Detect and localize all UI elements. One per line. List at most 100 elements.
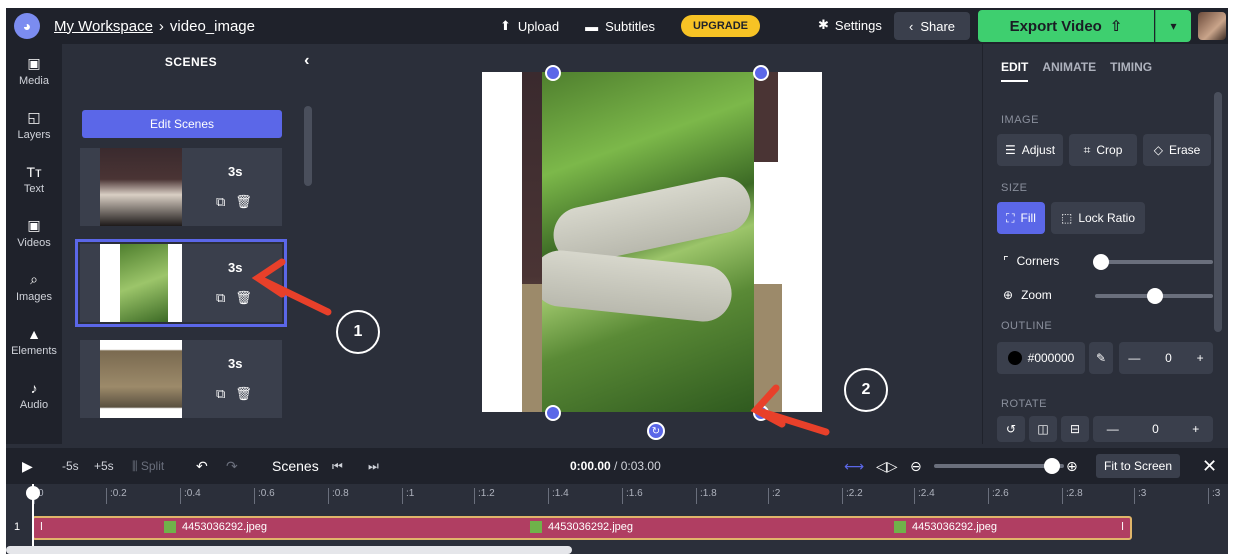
zoom-slider-knob[interactable] [1147, 288, 1163, 304]
clip-trim-handle-right[interactable]: ǀ [1121, 521, 1124, 533]
app-window: ◕ My Workspace › video_image ⬆ Upload ▬ … [6, 8, 1228, 554]
corners-label: Corners [1016, 254, 1060, 268]
split-icon: ⫼ [132, 458, 138, 473]
lock-ratio-icon: ⬚ [1060, 211, 1073, 225]
timeline-track: 1 ǀ 4453036292.jpeg 4453036292.jpeg 4453… [6, 508, 1228, 548]
ruler-tick: :3 [1134, 488, 1146, 504]
ruler-tick: :2.6 [988, 488, 1009, 504]
zoom-icon: ⊕ [1003, 288, 1014, 302]
eyedropper-icon: ✎ [1095, 351, 1107, 365]
rotate-stepper[interactable]: — 0 + [1093, 416, 1213, 442]
properties-tabs: EDIT ANIMATE TIMING [983, 44, 1228, 82]
rotate-reset-button[interactable]: ↺ [997, 416, 1025, 442]
timeline-clip[interactable]: ǀ 4453036292.jpeg 4453036292.jpeg 445303… [32, 516, 1132, 540]
ruler-tick: :2.4 [914, 488, 935, 504]
clip-filename: 4453036292.jpeg [912, 521, 998, 533]
ruler-tick: :0.4 [180, 488, 201, 504]
image-thumb-icon [894, 521, 906, 533]
redo-icon: ↷ [226, 457, 238, 474]
clip-label: 4453036292.jpeg [894, 521, 997, 533]
corners-slider-knob[interactable] [1093, 254, 1109, 270]
outline-color-label: #000000 [1027, 351, 1075, 365]
split-view-button[interactable]: ◁▷ [876, 448, 898, 484]
clip-filename: 4453036292.jpeg [182, 521, 268, 533]
undo-button[interactable]: ↶ [196, 448, 208, 484]
corner-icon: ⌜ [1003, 254, 1009, 268]
erase-label: Erase [1168, 143, 1201, 157]
zoom-in-button[interactable]: ⊕ [1066, 448, 1078, 484]
expand-icon: ⛶ [1006, 210, 1015, 225]
ruler-tick: :2 [768, 488, 780, 504]
ruler-tick: :0.2 [106, 488, 127, 504]
minus-icon[interactable]: — [1128, 351, 1140, 365]
previous-scene-button[interactable]: ⏮ [332, 448, 343, 484]
zoom-out-button[interactable]: ⊖ [910, 448, 922, 484]
outline-width-stepper[interactable]: — 0 + [1119, 342, 1213, 374]
scenes-nav-label: Scenes [272, 458, 319, 474]
split-button[interactable]: ⫼ Split [132, 448, 164, 484]
plus-icon[interactable]: + [1192, 422, 1199, 436]
ruler-tick: :0.8 [328, 488, 349, 504]
minus-icon[interactable]: — [1107, 422, 1119, 436]
lock-ratio-label: Lock Ratio [1078, 211, 1136, 225]
image-thumb-icon [530, 521, 542, 533]
adjust-button[interactable]: ☰ Adjust [997, 134, 1063, 166]
fill-label: Fill [1020, 211, 1036, 225]
fit-to-screen-button[interactable]: Fit to Screen [1096, 448, 1181, 484]
flip-horizontal-icon: ◫ [1037, 422, 1049, 436]
timeline-controls: ▶ -5s +5s ⫼ Split ↶ ↷ Scenes ⏮ ⏭ 0:00.00… [6, 448, 1228, 484]
annotation-arrow-2 [750, 384, 830, 436]
zoom-label: Zoom [1021, 288, 1052, 302]
corners-slider-track[interactable] [1095, 260, 1213, 264]
ruler-tick: :0.6 [254, 488, 275, 504]
ruler-tick: :1.8 [696, 488, 717, 504]
eyedropper-button[interactable]: ✎ [1089, 342, 1113, 374]
forward-5s-button[interactable]: +5s [94, 448, 114, 484]
rotate-value: 0 [1152, 422, 1159, 436]
track-number: 1 [14, 521, 21, 533]
properties-panel: EDIT ANIMATE TIMING IMAGE ☰ Adjust ⌗ Crop … [982, 44, 1228, 444]
fit-to-screen-label: Fit to Screen [1096, 454, 1181, 478]
crop-button[interactable]: ⌗ Crop [1069, 134, 1137, 166]
play-button[interactable]: ▶ [22, 448, 33, 484]
total-time: / 0:03.00 [614, 459, 661, 473]
skip-forward-icon: ⏭ [368, 458, 379, 473]
ruler-tick: :2.8 [1062, 488, 1083, 504]
back-5s-button[interactable]: -5s [62, 448, 79, 484]
timeline-horizontal-scrollbar[interactable] [6, 546, 572, 554]
redo-button[interactable]: ↷ [226, 448, 238, 484]
timeline-zoom-knob[interactable] [1044, 458, 1060, 474]
sliders-icon: ☰ [1004, 143, 1016, 157]
clip-label: 4453036292.jpeg [530, 521, 633, 533]
fill-button[interactable]: ⛶ Fill [997, 202, 1045, 234]
clip-trim-handle-left[interactable]: ǀ [40, 521, 43, 533]
undo-icon: ↶ [196, 457, 208, 474]
rotate-icon: ↺ [1005, 422, 1017, 436]
tab-animate[interactable]: ANIMATE [1042, 60, 1096, 82]
ruler-tick: :2.2 [842, 488, 863, 504]
ruler-tick: :1.6 [622, 488, 643, 504]
playhead-handle[interactable] [26, 486, 40, 500]
plus-icon[interactable]: + [1197, 351, 1204, 365]
clip-filename: 4453036292.jpeg [548, 521, 634, 533]
tab-edit[interactable]: EDIT [1001, 60, 1029, 82]
erase-button[interactable]: ◇ Erase [1143, 134, 1211, 166]
flip-vertical-button[interactable]: ⊟ [1061, 416, 1089, 442]
eraser-icon: ◇ [1153, 143, 1163, 157]
outline-width-value: 0 [1165, 351, 1172, 365]
outline-color-button[interactable]: #000000 [997, 342, 1085, 374]
snap-toggle[interactable]: ⟷ [844, 448, 864, 484]
split-view-icon: ◁▷ [876, 457, 898, 474]
close-timeline-button[interactable]: ✕ [1202, 448, 1217, 484]
zoom-out-icon: ⊖ [910, 457, 922, 474]
next-scene-button[interactable]: ⏭ [368, 448, 379, 484]
close-icon: ✕ [1202, 455, 1218, 476]
corners-row: ⌜ Corners [1003, 254, 1059, 268]
lock-ratio-button[interactable]: ⬚ Lock Ratio [1051, 202, 1145, 234]
tab-timing[interactable]: TIMING [1110, 60, 1152, 82]
flip-horizontal-button[interactable]: ◫ [1029, 416, 1057, 442]
color-swatch [1007, 351, 1022, 365]
properties-scrollbar[interactable] [1214, 92, 1222, 332]
split-label: Split [140, 459, 165, 473]
play-icon: ▶ [22, 457, 33, 474]
